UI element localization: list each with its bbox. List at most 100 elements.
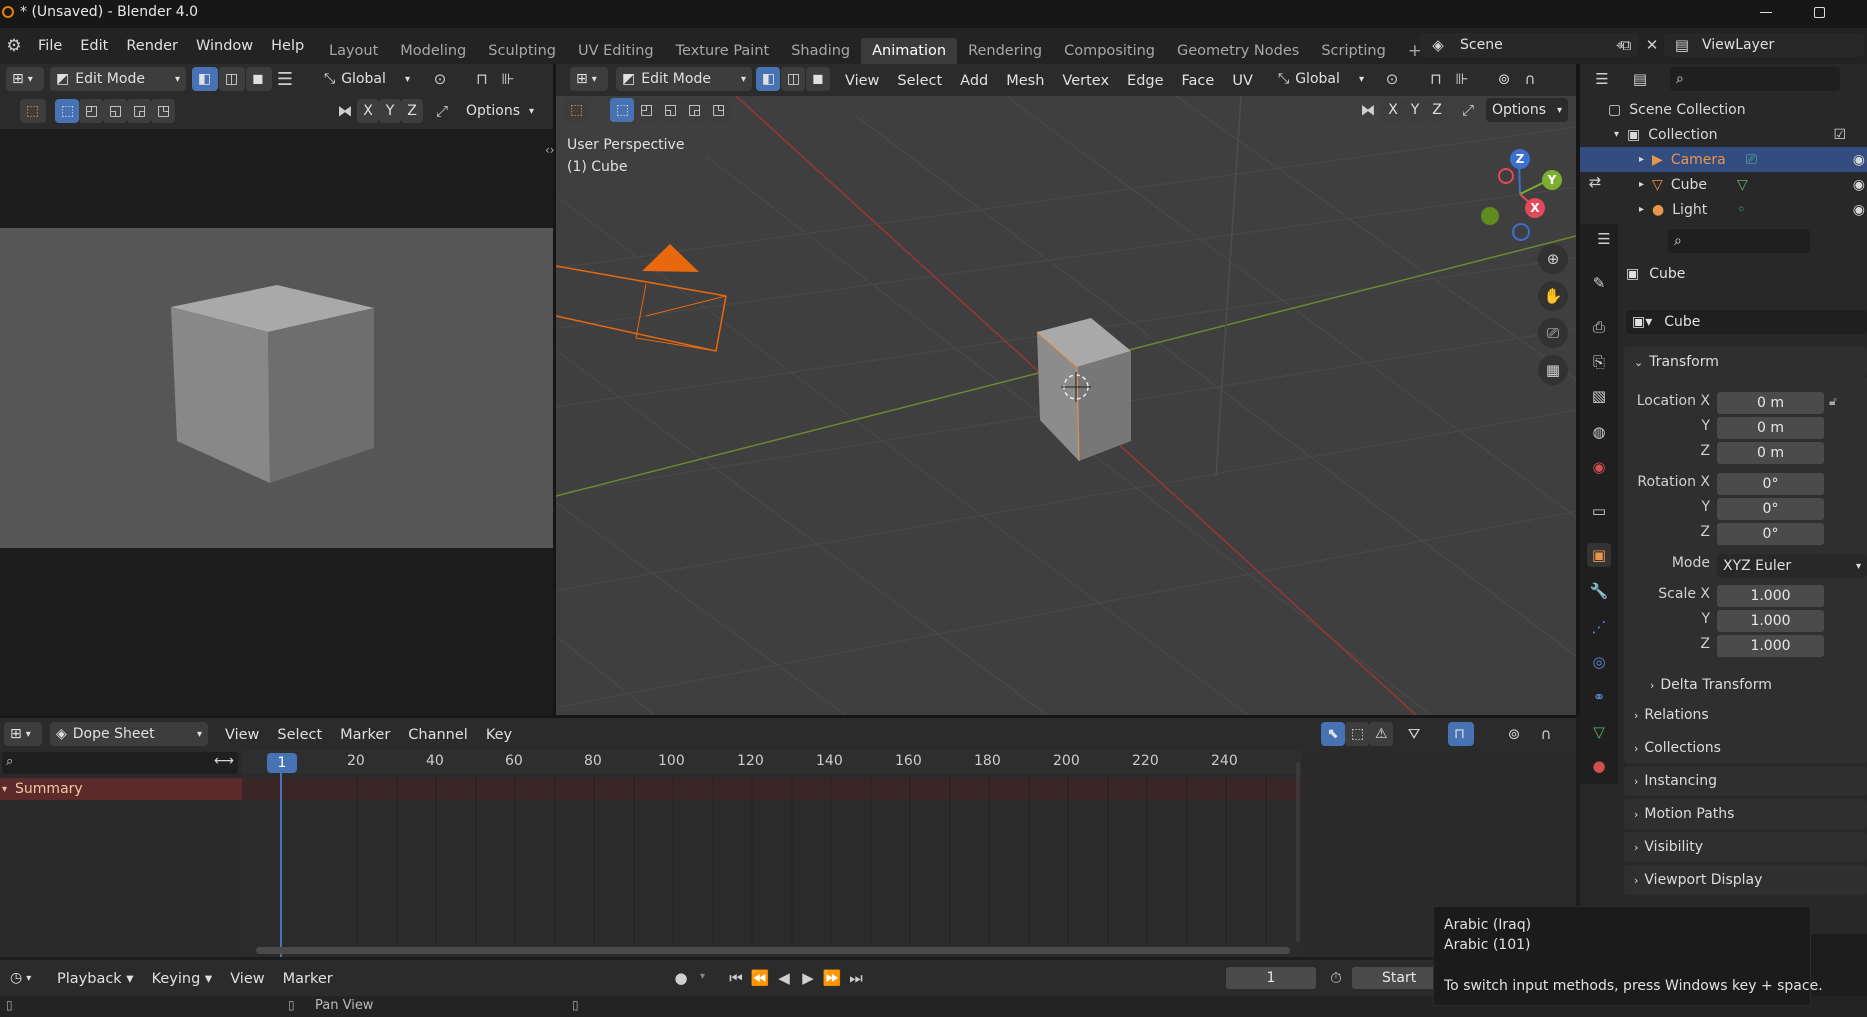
tab-sculpting[interactable]: Sculpting [477,38,567,64]
delete-scene-icon[interactable]: ✕ [1640,33,1664,57]
location-x-field[interactable]: 0 m [1717,392,1824,414]
scale-x-field[interactable]: 1.000 [1717,585,1824,607]
scene-collection-row[interactable]: ▢ Scene Collection [1608,97,1746,122]
dopesheet-menu-marker[interactable]: Marker [331,722,399,748]
timeline-menu-playback[interactable]: Playback ▾ [48,966,143,992]
visibility-eye-icon[interactable]: ◉ [1853,202,1865,218]
timeline-menu-keying[interactable]: Keying ▾ [143,966,222,992]
delta-transform-header[interactable]: › Delta Transform [1634,670,1867,700]
dopesheet-menu-channel[interactable]: Channel [399,722,477,748]
display-mode-icon[interactable]: ▤ [1628,67,1652,91]
tab-shading[interactable]: Shading [780,38,861,64]
select-subtract-button[interactable]: ◱ [103,99,127,123]
viewport-mode-dropdown[interactable]: ◩ Edit Mode ▾ [616,67,752,91]
tab-modeling[interactable]: Modeling [389,38,477,64]
snap-target-icon[interactable]: ⊪ [496,67,520,91]
outliner-search-input[interactable]: ⌕ [1670,67,1840,91]
properties-search-input[interactable]: ⌕ [1668,229,1810,253]
proportional-edit-icon[interactable]: ⊚ [1492,67,1516,91]
object-name-field[interactable]: ▣▾ Cube [1626,310,1867,334]
collections-panel-header[interactable]: › Collections [1624,733,1867,763]
rotation-x-field[interactable]: 0° [1717,473,1824,495]
dopesheet-menu-key[interactable]: Key [477,722,521,748]
minimize-icon[interactable] [1760,12,1772,13]
summary-channel[interactable]: ▾ Summary [0,778,242,800]
scene-selector[interactable]: ◈ Scene ⌖ [1420,33,1638,57]
visibility-panel-header[interactable]: › Visibility [1624,832,1867,862]
menu-help[interactable]: Help [262,33,313,59]
new-scene-icon[interactable]: ⧉ [1614,33,1638,57]
visibility-eye-icon[interactable]: ◉ [1853,152,1865,168]
playhead-frame[interactable]: 1 [267,753,297,773]
left-axis-y[interactable]: Y [379,99,401,123]
navigation-gizmo[interactable]: Z Y X [1470,144,1570,244]
tab-animation[interactable]: Animation [861,38,958,64]
blender-menu-icon[interactable]: ⚙ [2,34,26,58]
object-tab-icon[interactable]: ▣ [1587,543,1611,567]
grid-toggle-icon[interactable]: ▦ [1538,355,1568,385]
collection-expand-icon[interactable]: ▾ [1614,129,1619,140]
motion-paths-panel-header[interactable]: › Motion Paths [1624,799,1867,829]
viewport-select-intersect-button[interactable]: ◳ [706,98,730,122]
viewport-pivot-icon[interactable]: ⊙ [1380,67,1404,91]
viewport-select-extend-button[interactable]: ◰ [634,98,658,122]
play-reverse-icon[interactable]: ◀ [772,966,796,990]
render-tab-icon[interactable]: ⎙ [1587,315,1611,339]
vertical-scrollbar[interactable] [1296,762,1300,942]
transform-panel-header[interactable]: ⌄ Transform [1624,347,1867,377]
collapse-arrows-icon[interactable]: ‹› [545,143,555,157]
properties-editor-icon[interactable]: ☰ [1592,227,1616,251]
tool-tab-icon[interactable]: ✎ [1587,271,1611,295]
physics-tab-icon[interactable]: ◎ [1587,650,1611,674]
viewport-menu-select[interactable]: Select [888,68,951,94]
swap-arrows-icon[interactable]: ⟷ [214,753,234,769]
restore-icon[interactable] [1814,7,1825,18]
menu-edit[interactable]: Edit [71,33,117,59]
show-hidden-icon[interactable]: ⬚ [1345,722,1369,746]
pan-hand-icon[interactable]: ✋ [1538,281,1568,311]
vertex-select-button[interactable]: ◧ [192,67,218,91]
frame-ruler[interactable]: 20 40 60 80 100 120 140 160 180 200 220 … [242,750,1302,774]
rotation-y-field[interactable]: 0° [1717,498,1824,520]
world-tab-icon[interactable]: ◉ [1587,455,1611,479]
outliner-filter-icon[interactable]: ⇄ [1583,170,1607,194]
output-tab-icon[interactable]: ⎘ [1587,350,1611,374]
record-icon[interactable]: ● [669,966,693,990]
tab-compositing[interactable]: Compositing [1053,38,1166,64]
dopesheet-menu-select[interactable]: Select [268,722,331,748]
scale-y-field[interactable]: 1.000 [1717,610,1824,632]
viewport-select-subtract-button[interactable]: ◱ [658,98,682,122]
viewport-orientation-dropdown[interactable]: ⤡ Global ▾ [1272,67,1370,91]
viewport-menu-face[interactable]: Face [1173,68,1224,94]
viewport-vertex-button[interactable]: ◧ [756,67,780,91]
filter-icon[interactable]: ⛛ [1402,722,1426,746]
timeline-menu-view[interactable]: View [221,966,273,992]
timeline-editor-type-button[interactable]: ◷ ▾ [4,966,42,990]
select-intersect-button[interactable]: ◳ [151,99,175,123]
gizmo-y-axis[interactable]: Y [1542,170,1562,190]
gizmo-x-axis[interactable]: X [1525,198,1545,218]
select-invert-button[interactable]: ◲ [127,99,151,123]
viewport-options-dropdown[interactable]: Options ▾ [1486,98,1568,122]
viewport-display-panel-header[interactable]: › Viewport Display [1624,865,1867,895]
snap-icon[interactable]: ⊓ [470,67,494,91]
summary-expand-icon[interactable]: ▾ [2,784,7,795]
zoom-icon[interactable]: ⊕ [1538,244,1568,274]
falloff-icon[interactable]: ∩ [1518,67,1542,91]
stopwatch-icon[interactable]: ⏱ [1324,966,1348,990]
viewport-snap-target-icon[interactable]: ⊪ [1450,67,1474,91]
location-z-field[interactable]: 0 m [1717,442,1824,464]
view-layer-selector[interactable]: ▤ ViewLayer [1664,33,1864,57]
viewport-axis-y[interactable]: Y [1404,98,1426,122]
material-tab-icon[interactable]: ● [1587,754,1611,778]
auto-merge-icon[interactable]: ⤢ [430,99,454,123]
viewport-select-tool-button[interactable]: ⬚ [564,98,590,122]
editor-type-button[interactable]: ⊞ ▾ [6,67,44,91]
camera-view-icon[interactable]: ⎚ [1538,318,1568,348]
visibility-eye-icon[interactable]: ◉ [1853,177,1865,193]
tab-layout[interactable]: Layout [318,38,389,64]
viewport-menu-vertex[interactable]: Vertex [1053,68,1118,94]
jump-start-icon[interactable]: ⏮ [724,966,748,990]
camera-view-area[interactable] [0,129,553,715]
collection-row[interactable]: ▾ ▣ Collection ☑ [1614,122,1864,147]
